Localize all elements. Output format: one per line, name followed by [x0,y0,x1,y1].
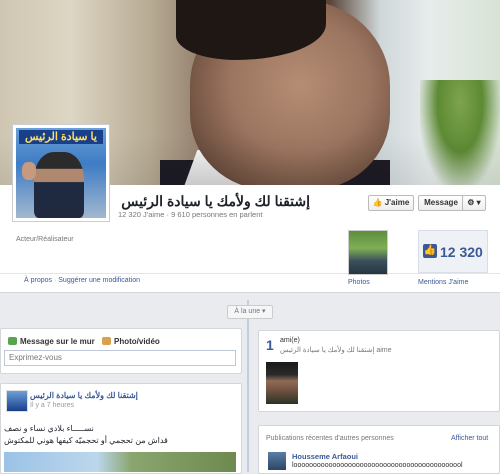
recent-post-text: looooooooooooooooooooooooooooooooooooooo… [292,462,463,469]
friend-photo[interactable] [266,362,298,404]
post-timestamp[interactable]: Il y a 7 heures [30,402,74,409]
tab-photo-label: Photo/vidéo [114,337,160,346]
likes-label[interactable]: Mentions J'aime [418,279,468,286]
message-button[interactable]: Message [418,195,464,211]
like-button[interactable]: 👍 J'aime [368,195,414,211]
profile-picture-person [34,152,84,218]
friends-label[interactable]: ami(e) [280,337,300,344]
camera-icon [102,337,111,345]
friends-subtitle: aime إشتقنا لك ولأمك يا سيادة الرئيس [280,347,392,354]
post-text-line: قداش من تحجمي أو تحجميّه كيفها هوني للمك… [4,436,168,445]
photos-thumbnail[interactable] [348,230,388,275]
timeline-spine [247,300,249,472]
likes-thumb-icon: 👍 [423,244,437,258]
profile-picture[interactable]: يا سيادة الرئيس [12,124,110,222]
post-avatar[interactable] [6,390,28,412]
timeline-filter-button[interactable]: À la une ▾ [227,305,273,319]
about-link[interactable]: À propos [24,277,52,284]
post-author[interactable]: إشتقنا لك ولأمك يا سيادة الرئيس [30,391,138,400]
page-stats: 12 320 J'aime · 9 610 personnes en parle… [118,210,263,219]
profile-picture-banner: يا سيادة الرئيس [19,130,103,144]
post-text: نســـــاء بلادي نساء و نصف قداش من تحجمي… [4,423,204,447]
profile-picture-image: يا سيادة الرئيس [16,128,106,218]
friends-count: 1 [266,337,274,353]
suggest-edit-link[interactable]: Suggérer une modification [58,277,140,284]
recent-post-author[interactable]: Housseme Arfaoui [292,452,358,461]
tab-status[interactable]: Message sur le mur [8,337,95,346]
recent-posts-title: Publications récentes d'autres personnes [266,435,394,442]
profile-picture-hand [22,162,36,180]
composer-input[interactable]: Exprimez-vous [4,350,236,366]
see-all-link[interactable]: Afficher tout [451,435,488,442]
post-text-line: نســـــاء بلادي نساء و نصف [4,424,94,433]
thumbs-up-icon: 👍 [372,198,383,207]
likes-count: 12 320 [440,244,483,260]
page-title[interactable]: إشتقنا لك ولأمك يا سيادة الرئيس [120,193,310,210]
page-category: Acteur/Réalisateur [16,236,74,243]
tab-photo[interactable]: Photo/vidéo [102,337,160,346]
photos-label[interactable]: Photos [348,279,370,286]
like-button-label: J'aime [384,198,410,207]
status-icon [8,337,17,345]
header-divider [0,273,500,274]
gear-menu-button[interactable]: ⚙ ▾ [462,195,486,211]
recent-post-avatar[interactable] [268,452,286,470]
about-links: À propos · Suggérer une modification [24,277,140,284]
post-image[interactable] [4,452,236,472]
tab-status-label: Message sur le mur [20,337,95,346]
